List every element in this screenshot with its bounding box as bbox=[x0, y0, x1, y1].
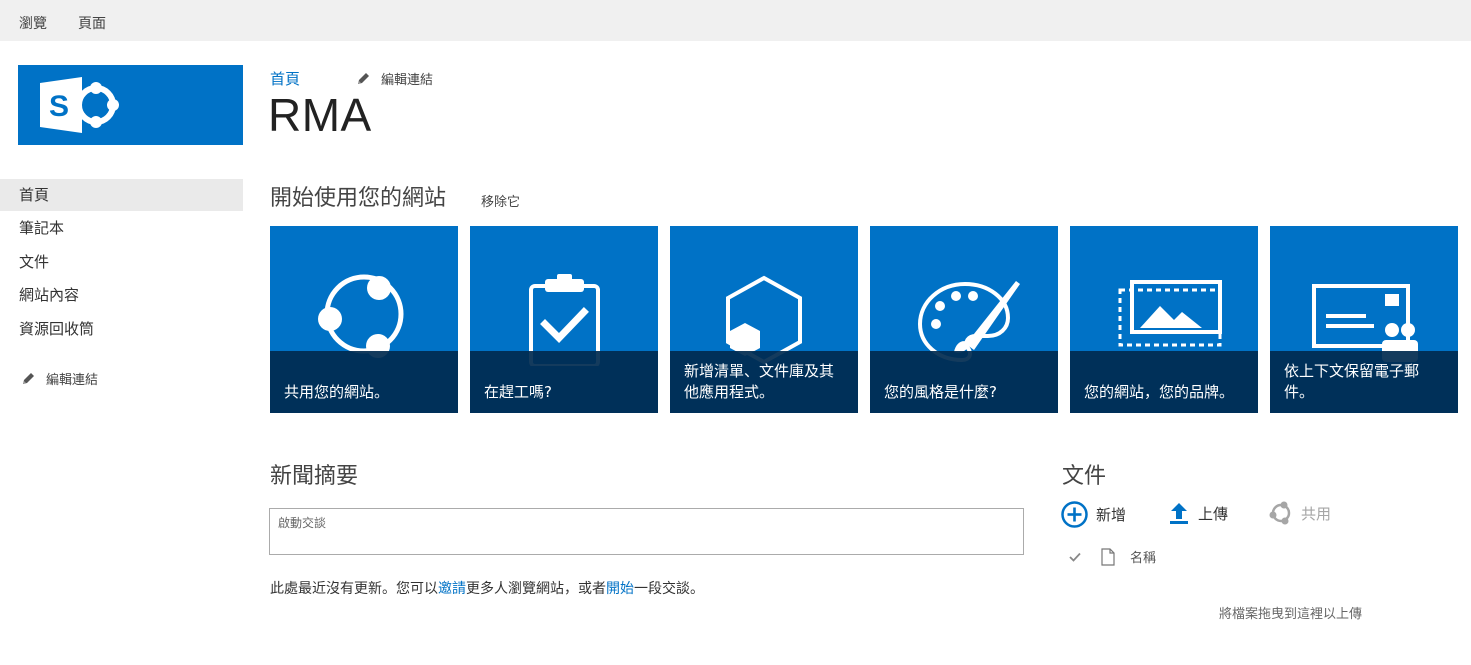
ribbon-tab-page[interactable]: 頁面 bbox=[78, 13, 106, 33]
edit-links-label: 編輯連結 bbox=[381, 73, 434, 88]
tile-label: 在趕工嗎? bbox=[484, 383, 552, 401]
message-text: 更多人瀏覽網站，或者 bbox=[466, 581, 606, 597]
invite-link[interactable]: 邀請 bbox=[438, 581, 466, 597]
newsfeed-heading: 新聞摘要 bbox=[270, 464, 359, 489]
sharepoint-logo-icon: S bbox=[40, 77, 119, 133]
getting-started-heading: 開始使用您的網站 bbox=[270, 186, 447, 211]
nav-item-recycle-bin[interactable]: 資源回收筒 bbox=[0, 313, 243, 345]
document-icon bbox=[1101, 547, 1115, 566]
email-contact-icon bbox=[1312, 284, 1418, 362]
share-icon bbox=[318, 274, 404, 358]
image-icon bbox=[1118, 280, 1222, 347]
checkmark-icon[interactable] bbox=[1068, 550, 1082, 564]
tile-site-brand[interactable]: 您的網站，您的品牌。 bbox=[1070, 226, 1258, 413]
nav-item-documents[interactable]: 文件 bbox=[0, 246, 243, 278]
tile-label: 依上下文保留電子郵件。 bbox=[1284, 362, 1420, 401]
tile-email-context[interactable]: 依上下文保留電子郵件。 bbox=[1270, 226, 1458, 413]
site-logo[interactable]: S bbox=[18, 65, 243, 145]
start-conversation-link[interactable]: 開始 bbox=[606, 581, 634, 597]
column-header-name[interactable]: 名稱 bbox=[1130, 547, 1156, 566]
ribbon-tab-browse[interactable]: 瀏覽 bbox=[19, 13, 47, 33]
tile-your-style[interactable]: 您的風格是什麼? bbox=[870, 226, 1058, 413]
nav-item-site-contents[interactable]: 網站內容 bbox=[0, 279, 243, 311]
page-title: RMA bbox=[268, 89, 372, 141]
pencil-icon bbox=[358, 72, 369, 84]
share-button[interactable]: 共用 bbox=[1269, 501, 1331, 525]
share-icon bbox=[1269, 501, 1291, 525]
app-hexagon-icon bbox=[726, 275, 802, 365]
nav-item-notebook[interactable]: 筆記本 bbox=[0, 212, 243, 244]
svg-text:S: S bbox=[49, 90, 69, 123]
drag-drop-hint: 將檔案拖曳到這裡以上傳 bbox=[1219, 607, 1363, 622]
remove-getting-started-link[interactable]: 移除它 bbox=[481, 191, 520, 210]
upload-button[interactable]: 上傳 bbox=[1168, 501, 1228, 525]
new-document-button[interactable]: 新增 bbox=[1061, 501, 1126, 528]
tile-label: 您的網站，您的品牌。 bbox=[1084, 383, 1235, 401]
pencil-icon bbox=[23, 372, 34, 384]
message-text: 此處最近沒有更新。您可以 bbox=[270, 581, 438, 597]
clipboard-check-icon bbox=[529, 274, 600, 366]
upload-label: 上傳 bbox=[1198, 504, 1229, 523]
tile-share-site[interactable]: 共用您的網站。 bbox=[270, 226, 458, 413]
add-circle-icon bbox=[1061, 501, 1088, 528]
document-list-header: 名稱 bbox=[1068, 547, 1156, 566]
upload-arrow-icon bbox=[1170, 503, 1188, 524]
palette-icon bbox=[917, 281, 1020, 363]
start-conversation-input[interactable]: 啟動交談 bbox=[269, 508, 1024, 555]
tile-label: 共用您的網站。 bbox=[284, 383, 390, 401]
tile-add-apps[interactable]: 新增清單、文件庫及其他應用程式。 bbox=[670, 226, 858, 413]
share-label: 共用 bbox=[1301, 504, 1332, 523]
quick-launch-edit-links[interactable]: 編輯連結 bbox=[20, 369, 98, 388]
breadcrumb-home[interactable]: 首頁 bbox=[270, 68, 300, 89]
message-text: 一段交談。 bbox=[634, 581, 704, 597]
edit-links-label: 編輯連結 bbox=[46, 373, 99, 388]
tile-label: 新增清單、文件庫及其他應用程式。 bbox=[684, 362, 835, 401]
documents-heading: 文件 bbox=[1062, 464, 1107, 489]
tile-label: 您的風格是什麼? bbox=[884, 383, 997, 401]
new-label: 新增 bbox=[1096, 506, 1127, 524]
tile-working-deadline[interactable]: 在趕工嗎? bbox=[470, 226, 658, 413]
nav-item-home[interactable]: 首頁 bbox=[0, 179, 243, 211]
header-edit-links[interactable]: 編輯連結 bbox=[355, 69, 433, 88]
newsfeed-empty-message: 此處最近沒有更新。您可以邀請更多人瀏覽網站，或者開始一段交談。 bbox=[270, 578, 704, 598]
ribbon-bar: 瀏覽 頁面 bbox=[0, 0, 1471, 41]
